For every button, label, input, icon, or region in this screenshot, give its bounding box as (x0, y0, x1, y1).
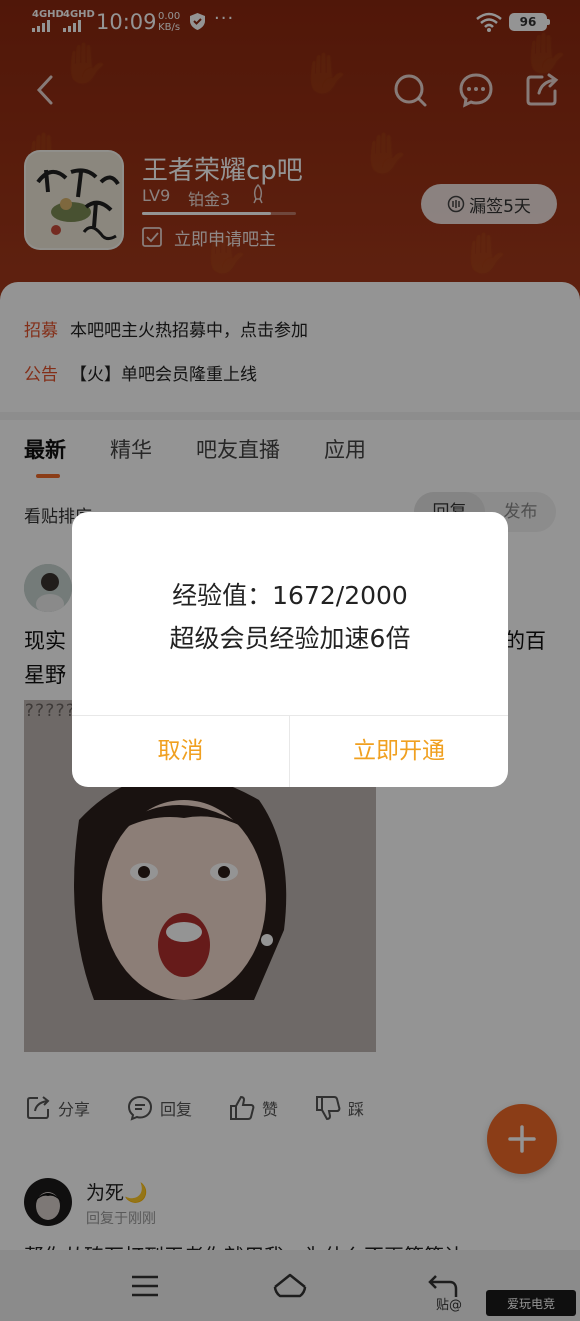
cancel-button[interactable]: 取消 (72, 716, 289, 787)
membership-dialog: 经验值：1672/2000 超级会员经验加速6倍 取消 立即开通 (72, 512, 508, 787)
experience-text: 经验值：1672/2000 (172, 581, 408, 610)
boost-text: 超级会员经验加速6倍 (169, 624, 411, 653)
activate-button[interactable]: 立即开通 (290, 716, 508, 787)
